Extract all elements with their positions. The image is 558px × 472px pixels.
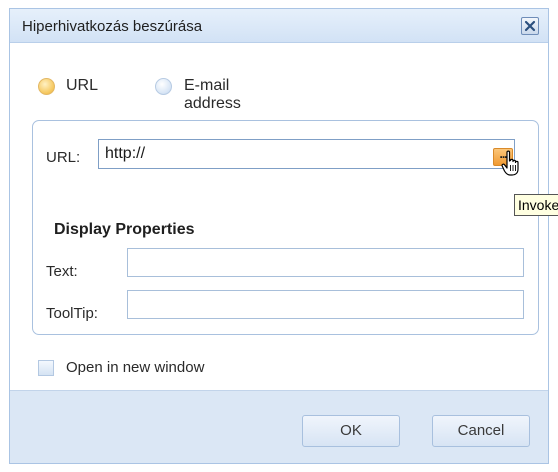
- close-icon: [524, 20, 536, 32]
- cancel-button[interactable]: Cancel: [432, 415, 530, 447]
- tooltip-label: ToolTip:: [46, 305, 98, 322]
- open-new-window-checkbox[interactable]: [38, 360, 54, 376]
- url-label: URL:: [46, 149, 81, 166]
- dialog-title: Hiperhivatkozás beszúrása: [22, 18, 203, 35]
- open-new-window-label[interactable]: Open in new window: [66, 359, 204, 376]
- hand-cursor-icon: [501, 150, 519, 176]
- tooltip-input[interactable]: [127, 290, 524, 319]
- radio-email-label: E-mail address: [184, 77, 241, 112]
- dialog-footer: OK Cancel: [10, 390, 548, 463]
- radio-url-label: URL: [66, 77, 99, 94]
- text-label: Text:: [46, 263, 78, 280]
- invoke-tooltip: Invoke: [514, 194, 558, 216]
- text-input[interactable]: [127, 248, 524, 277]
- display-properties-heading: Display Properties: [54, 221, 195, 238]
- dialog-titlebar[interactable]: Hiperhivatkozás beszúrása: [10, 9, 548, 43]
- url-input[interactable]: [98, 139, 515, 169]
- radio-url[interactable]: [38, 78, 55, 95]
- close-button[interactable]: [521, 17, 539, 35]
- ok-button[interactable]: OK: [302, 415, 400, 447]
- hyperlink-dialog: Hiperhivatkozás beszúrása URL E-mail add…: [9, 8, 558, 464]
- radio-email[interactable]: [155, 78, 172, 95]
